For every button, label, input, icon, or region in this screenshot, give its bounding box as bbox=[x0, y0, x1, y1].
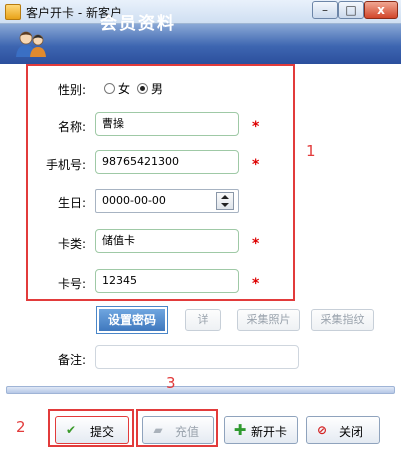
maximize-button[interactable]: □ bbox=[338, 1, 364, 19]
phone-label: 手机号: bbox=[45, 158, 86, 172]
birthday-label: 生日: bbox=[57, 196, 86, 210]
annotation-number-1: 1 bbox=[306, 142, 316, 160]
annotation-box-1 bbox=[26, 64, 295, 301]
phone-input[interactable]: 98765421300 bbox=[95, 150, 239, 174]
footer-separator bbox=[6, 386, 395, 394]
gender-male-label[interactable]: 男 bbox=[151, 80, 163, 97]
cart-icon: ▰ bbox=[153, 423, 163, 437]
name-required-mark: * bbox=[252, 119, 260, 135]
header-title: 会员资料 bbox=[100, 14, 176, 34]
recharge-label: 充值 bbox=[175, 425, 200, 439]
header-banner bbox=[0, 24, 401, 64]
no-entry-icon: ⊘ bbox=[316, 423, 328, 437]
card-number-label: 卡号: bbox=[57, 277, 86, 291]
card-number-required-mark: * bbox=[252, 276, 260, 292]
new-card-label: 新开卡 bbox=[251, 425, 288, 439]
card-type-label: 卡类: bbox=[57, 237, 86, 251]
remark-label: 备注: bbox=[57, 353, 86, 367]
submit-label: 提交 bbox=[90, 425, 115, 439]
minimize-button[interactable]: – bbox=[312, 1, 338, 19]
remark-input[interactable] bbox=[95, 345, 299, 369]
gender-female-radio[interactable] bbox=[104, 83, 115, 94]
submit-button[interactable]: ✔ 提交 bbox=[55, 416, 129, 444]
close-dialog-button[interactable]: ⊘ 关闭 bbox=[306, 416, 380, 444]
gender-female-label[interactable]: 女 bbox=[118, 80, 130, 97]
close-window-button[interactable]: x bbox=[364, 1, 398, 19]
capture-photo-button[interactable]: 采集照片 bbox=[237, 309, 300, 331]
gender-male-radio[interactable] bbox=[137, 83, 148, 94]
name-input[interactable]: 曹操 bbox=[95, 112, 239, 136]
new-card-button[interactable]: ✚ 新开卡 bbox=[224, 416, 298, 444]
card-number-input[interactable]: 12345 bbox=[95, 269, 239, 293]
app-icon bbox=[5, 4, 21, 20]
annotation-number-2: 2 bbox=[16, 418, 26, 436]
capture-fingerprint-button[interactable]: 采集指纹 bbox=[311, 309, 374, 331]
recharge-button[interactable]: ▰ 充值 bbox=[142, 416, 214, 444]
spinner-arrows-icon bbox=[221, 195, 229, 207]
close-label: 关闭 bbox=[339, 425, 364, 439]
annotation-number-3: 3 bbox=[166, 374, 176, 392]
plus-icon: ✚ bbox=[233, 421, 247, 439]
set-password-button[interactable]: 设置密码 bbox=[96, 306, 168, 334]
check-icon: ✔ bbox=[65, 423, 77, 437]
card-type-input[interactable]: 储值卡 bbox=[95, 229, 239, 253]
members-icon bbox=[14, 28, 48, 58]
detail-button[interactable]: 详 bbox=[185, 309, 221, 331]
gender-label: 性别: bbox=[57, 83, 86, 97]
birthday-spinner[interactable] bbox=[216, 192, 234, 210]
name-label: 名称: bbox=[57, 120, 86, 134]
phone-required-mark: * bbox=[252, 157, 260, 173]
card-type-required-mark: * bbox=[252, 236, 260, 252]
